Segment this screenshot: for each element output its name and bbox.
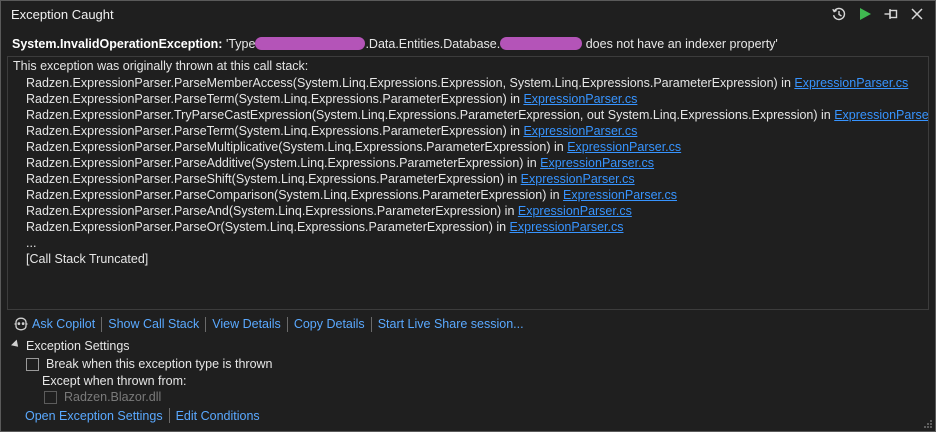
break-when-thrown-checkbox[interactable] — [26, 357, 39, 371]
redacted-block — [500, 37, 583, 50]
dll-exclusion-label: Radzen.Blazor.dll — [64, 390, 162, 404]
except-when-thrown-label: Except when thrown from: — [42, 374, 187, 388]
play-icon — [860, 8, 871, 20]
window-title: Exception Caught — [11, 7, 114, 22]
continue-button[interactable] — [855, 4, 875, 24]
close-button[interactable] — [907, 4, 927, 24]
copilot-icon[interactable] — [13, 316, 29, 332]
resize-grip-icon[interactable] — [923, 419, 933, 429]
stack-frame: Radzen.ExpressionParser.ParseComparison(… — [26, 187, 928, 203]
source-file-link[interactable]: ExpressionParser.cs — [794, 76, 908, 90]
stack-frame-text: Radzen.ExpressionParser.ParseMemberAcces… — [26, 76, 795, 90]
break-when-thrown-label: Break when this exception type is thrown — [46, 357, 273, 371]
call-stack-intro: This exception was originally thrown at … — [13, 59, 309, 73]
live-share-link[interactable]: Start Live Share session... — [378, 317, 524, 331]
source-file-link[interactable]: ExpressionParser.cs — [563, 188, 677, 202]
dll-exclusion-checkbox — [44, 390, 57, 404]
expand-caret-icon — [11, 339, 21, 350]
stack-frame: Radzen.ExpressionParser.ParseMemberAcces… — [26, 75, 928, 91]
separator — [168, 408, 170, 423]
pin-icon — [884, 9, 898, 19]
stack-frame-text: Radzen.ExpressionParser.ParseTerm(System… — [26, 92, 524, 106]
stack-frame-text: Radzen.ExpressionParser.ParseAdditive(Sy… — [26, 156, 541, 170]
exception-message: System.InvalidOperationException: 'Type.… — [12, 37, 778, 51]
edit-conditions-link[interactable]: Edit Conditions — [176, 409, 260, 423]
stack-frame: Radzen.ExpressionParser.ParseAnd(System.… — [26, 203, 928, 219]
source-file-link[interactable]: ExpressionParser.cs — [567, 140, 681, 154]
redacted-block — [255, 37, 366, 50]
stack-frame-text: Radzen.ExpressionParser.ParseMultiplicat… — [26, 140, 568, 154]
history-icon — [832, 7, 846, 21]
stack-frame: Radzen.ExpressionParser.ParseMultiplicat… — [26, 139, 928, 155]
stack-frame-text: Radzen.ExpressionParser.TryParseCastExpr… — [26, 108, 835, 122]
stack-frame-text: Radzen.ExpressionParser.ParseShift(Syste… — [26, 172, 521, 186]
dll-exclusion-option: Radzen.Blazor.dll — [44, 390, 161, 404]
source-file-link[interactable]: ExpressionParser.cs — [540, 156, 654, 170]
close-icon — [911, 8, 923, 20]
call-stack-panel[interactable]: This exception was originally thrown at … — [7, 56, 929, 310]
settings-links: Open Exception Settings Edit Conditions — [25, 408, 260, 423]
exception-settings-toggle[interactable]: Exception Settings — [11, 339, 130, 353]
exception-message-part-3: does not have an indexer property' — [582, 37, 778, 51]
exception-settings-header: Exception Settings — [26, 339, 130, 353]
ask-copilot-link[interactable]: Ask Copilot — [32, 317, 95, 331]
pin-button[interactable] — [881, 4, 901, 24]
exception-message-part-2: .Data.Entities.Database. — [365, 37, 501, 51]
separator — [286, 316, 288, 332]
stack-frame: Radzen.ExpressionParser.ParseTerm(System… — [26, 91, 928, 107]
stack-frame: Radzen.ExpressionParser.ParseOr(System.L… — [26, 219, 928, 235]
title-bar: Exception Caught — [1, 1, 935, 29]
source-file-link[interactable]: ExpressionParser.cs — [523, 92, 637, 106]
source-file-link[interactable]: ExpressionParser.cs — [523, 124, 637, 138]
separator — [205, 316, 207, 332]
view-details-link[interactable]: View Details — [212, 317, 281, 331]
stack-frame-text: Radzen.ExpressionParser.ParseTerm(System… — [26, 124, 524, 138]
call-stack-ellipsis: ... — [26, 236, 37, 250]
call-stack-lines: Radzen.ExpressionParser.ParseMemberAcces… — [26, 75, 928, 235]
source-file-link[interactable]: ExpressionParser.cs — [521, 172, 635, 186]
stack-frame: Radzen.ExpressionParser.ParseShift(Syste… — [26, 171, 928, 187]
exception-type: System.InvalidOperationException: — [12, 37, 223, 51]
source-file-link[interactable]: ExpressionParser.cs — [510, 220, 624, 234]
call-stack-tail: ... [Call Stack Truncated] — [26, 235, 148, 267]
copy-details-link[interactable]: Copy Details — [294, 317, 365, 331]
separator — [370, 316, 372, 332]
source-file-link[interactable]: ExpressionParser.cs — [518, 204, 632, 218]
break-when-thrown-option[interactable]: Break when this exception type is thrown — [26, 357, 273, 371]
stack-frame: Radzen.ExpressionParser.ParseTerm(System… — [26, 123, 928, 139]
stack-frame: Radzen.ExpressionParser.ParseAdditive(Sy… — [26, 155, 928, 171]
source-file-link[interactable]: ExpressionParser.cs — [834, 108, 928, 122]
show-call-stack-link[interactable]: Show Call Stack — [108, 317, 199, 331]
open-exception-settings-link[interactable]: Open Exception Settings — [25, 409, 163, 423]
history-button[interactable] — [829, 4, 849, 24]
stack-frame: Radzen.ExpressionParser.TryParseCastExpr… — [26, 107, 928, 123]
exception-caught-window: Exception Caught System.InvalidOperation… — [0, 0, 936, 432]
call-stack-truncated: [Call Stack Truncated] — [26, 252, 149, 266]
stack-frame-text: Radzen.ExpressionParser.ParseOr(System.L… — [26, 220, 510, 234]
stack-frame-text: Radzen.ExpressionParser.ParseAnd(System.… — [26, 204, 518, 218]
exception-message-part-1: 'Type — [222, 37, 256, 51]
stack-frame-text: Radzen.ExpressionParser.ParseComparison(… — [26, 188, 564, 202]
separator — [101, 316, 103, 332]
title-actions — [829, 4, 927, 24]
action-links: Ask Copilot Show Call Stack View Details… — [13, 316, 524, 332]
